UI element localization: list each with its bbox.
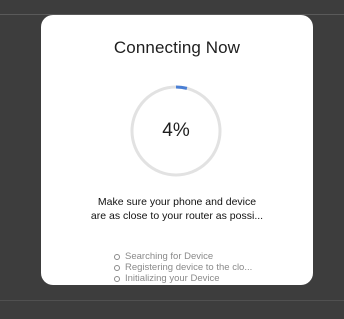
step-bullet-icon (114, 253, 120, 260)
step-label: Registering device to the clo... (125, 262, 253, 273)
step-label: Searching for Device (125, 251, 214, 262)
step-registering: Registering device to the clo... (114, 262, 304, 273)
step-label: Initializing your Device (125, 273, 220, 284)
backdrop-divider (0, 300, 344, 301)
connection-screen: { "dialog": { "title": "Connecting Now",… (0, 0, 344, 319)
step-initializing: Initializing your Device (114, 273, 304, 284)
message-line: Make sure your phone and device (97, 196, 257, 208)
message-line: are as close to your router as possi... (90, 210, 264, 222)
proximity-message: Make sure your phone and device are as c… (49, 195, 305, 223)
connection-steps: Searching for Device Registering device … (114, 251, 304, 284)
step-searching: Searching for Device (114, 251, 304, 262)
progress-percent: 4% (162, 120, 190, 141)
dialog-title: Connecting Now (113, 38, 241, 57)
connecting-dialog: Connecting Now 4% Make sure your phone a… (41, 15, 313, 285)
step-bullet-icon (114, 264, 120, 271)
step-bullet-icon (114, 275, 120, 282)
